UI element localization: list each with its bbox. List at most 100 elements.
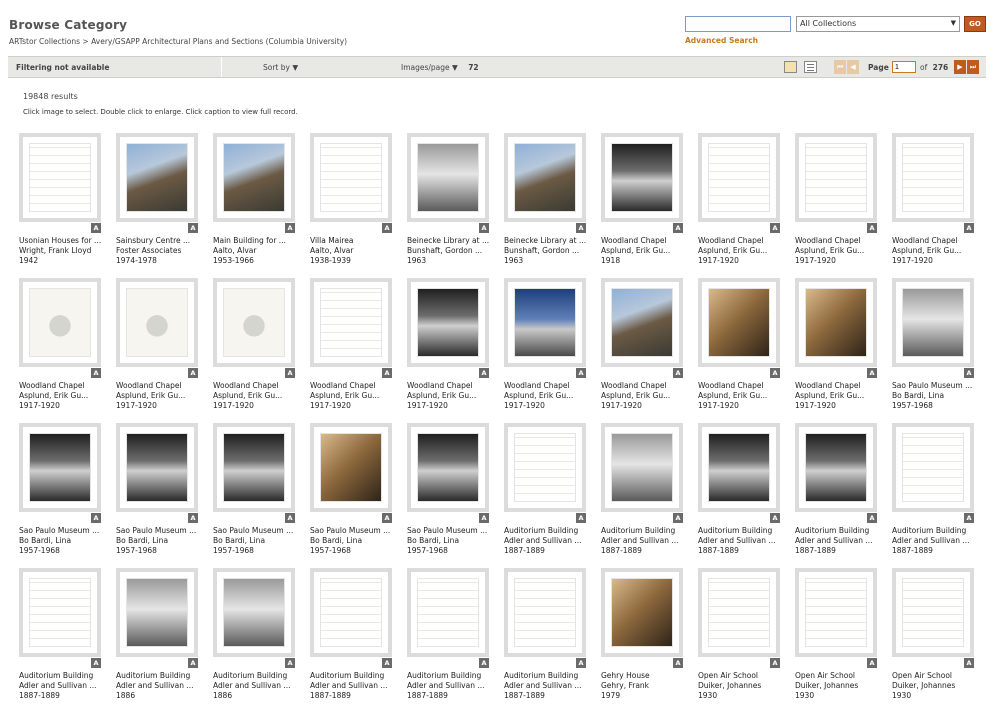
thumbnail-frame[interactable] — [407, 423, 489, 512]
caption-title[interactable]: Sainsbury Centre ... — [116, 236, 204, 245]
thumbnail-item[interactable]: A Woodland Chapel Asplund, Erik Gu... 1917-… — [310, 278, 392, 414]
thumbnail-frame[interactable] — [601, 278, 683, 367]
caption-creator[interactable]: Bo Bardi, Lina — [310, 536, 398, 545]
thumbnail-item[interactable]: A Auditorium Building Adler and Sullivan .… — [892, 423, 974, 559]
caption-date[interactable]: 1887-1889 — [795, 546, 883, 555]
caption-title[interactable]: Gehry House — [601, 671, 689, 680]
caption-date[interactable]: 1979 — [601, 691, 689, 700]
thumbnail-item[interactable]: A Woodland Chapel Asplund, Erik Gu... 1917-… — [698, 278, 780, 414]
artstor-badge-icon[interactable]: A — [867, 368, 877, 378]
caption-date[interactable]: 1887-1889 — [504, 546, 592, 555]
caption-creator[interactable]: Asplund, Erik Gu... — [116, 391, 204, 400]
caption-creator[interactable]: Asplund, Erik Gu... — [310, 391, 398, 400]
caption-creator[interactable]: Bunshaft, Gordon ... — [504, 246, 592, 255]
artstor-badge-icon[interactable]: A — [285, 223, 295, 233]
caption-title[interactable]: Sao Paulo Museum ... — [892, 381, 980, 390]
thumbnail-image[interactable] — [708, 433, 770, 502]
thumbnail-frame[interactable] — [504, 568, 586, 657]
caption-creator[interactable]: Aalto, Alvar — [213, 246, 301, 255]
artstor-badge-icon[interactable]: A — [479, 658, 489, 668]
caption-creator[interactable]: Bo Bardi, Lina — [213, 536, 301, 545]
thumbnail-image[interactable] — [514, 578, 576, 647]
artstor-badge-icon[interactable]: A — [91, 368, 101, 378]
caption-creator[interactable]: Adler and Sullivan ... — [504, 536, 592, 545]
thumbnail-image[interactable] — [417, 143, 479, 212]
artstor-badge-icon[interactable]: A — [576, 513, 586, 523]
search-input[interactable] — [685, 16, 791, 32]
thumbnail-image[interactable] — [611, 433, 673, 502]
go-button[interactable]: GO — [964, 16, 986, 32]
thumbnail-frame[interactable] — [698, 423, 780, 512]
caption-date[interactable]: 1930 — [698, 691, 786, 700]
caption-title[interactable]: Main Building for ... — [213, 236, 301, 245]
thumbnail-frame[interactable] — [19, 423, 101, 512]
next-page-icon[interactable]: ▶ — [954, 60, 966, 74]
thumbnail-image[interactable] — [29, 433, 91, 502]
thumbnail-item[interactable]: A Auditorium Building Adler and Sullivan .… — [213, 568, 295, 704]
thumbnail-image[interactable] — [514, 288, 576, 357]
thumbnail-image[interactable] — [805, 433, 867, 502]
artstor-badge-icon[interactable]: A — [188, 513, 198, 523]
thumbnail-item[interactable]: A Open Air School Duiker, Johannes 1930 — [892, 568, 974, 704]
caption-title[interactable]: Sao Paulo Museum ... — [310, 526, 398, 535]
artstor-badge-icon[interactable]: A — [576, 223, 586, 233]
caption-date[interactable]: 1917-1920 — [892, 256, 980, 265]
thumbnail-item[interactable]: A Auditorium Building Adler and Sullivan .… — [601, 423, 683, 559]
caption-creator[interactable]: Adler and Sullivan ... — [601, 536, 689, 545]
thumbnail-item[interactable]: A Woodland Chapel Asplund, Erik Gu... 1917-… — [795, 278, 877, 414]
thumbnail-frame[interactable] — [698, 278, 780, 367]
thumbnail-image[interactable] — [126, 433, 188, 502]
artstor-badge-icon[interactable]: A — [867, 658, 877, 668]
caption-creator[interactable]: Adler and Sullivan ... — [892, 536, 980, 545]
artstor-badge-icon[interactable]: A — [382, 223, 392, 233]
thumbnail-frame[interactable] — [213, 423, 295, 512]
thumbnail-image[interactable] — [126, 578, 188, 647]
caption-title[interactable]: Open Air School — [698, 671, 786, 680]
caption-date[interactable]: 1917-1920 — [213, 401, 301, 410]
thumbnail-image[interactable] — [902, 288, 964, 357]
artstor-badge-icon[interactable]: A — [285, 368, 295, 378]
thumbnail-frame[interactable] — [504, 278, 586, 367]
caption-creator[interactable]: Adler and Sullivan ... — [698, 536, 786, 545]
caption-creator[interactable]: Bo Bardi, Lina — [19, 536, 107, 545]
caption-title[interactable]: Woodland Chapel — [795, 236, 883, 245]
caption-title[interactable]: Woodland Chapel — [698, 381, 786, 390]
thumbnail-item[interactable]: A Auditorium Building Adler and Sullivan .… — [310, 568, 392, 704]
thumbnail-item[interactable]: A Woodland Chapel Asplund, Erik Gu... 1918 — [601, 133, 683, 269]
thumbnail-image[interactable] — [126, 143, 188, 212]
thumbnail-frame[interactable] — [601, 133, 683, 222]
artstor-badge-icon[interactable]: A — [382, 658, 392, 668]
caption-title[interactable]: Beinecke Library at ... — [407, 236, 495, 245]
thumbnail-frame[interactable] — [892, 278, 974, 367]
thumbnail-image[interactable] — [320, 143, 382, 212]
artstor-badge-icon[interactable]: A — [867, 513, 877, 523]
thumbnail-frame[interactable] — [116, 568, 198, 657]
caption-title[interactable]: Woodland Chapel — [892, 236, 980, 245]
caption-date[interactable]: 1887-1889 — [601, 546, 689, 555]
thumbnail-image[interactable] — [320, 578, 382, 647]
artstor-badge-icon[interactable]: A — [673, 223, 683, 233]
thumbnail-frame[interactable] — [116, 133, 198, 222]
caption-creator[interactable]: Aalto, Alvar — [310, 246, 398, 255]
thumbnail-frame[interactable] — [892, 133, 974, 222]
caption-title[interactable]: Auditorium Building — [601, 526, 689, 535]
thumbnail-frame[interactable] — [892, 568, 974, 657]
thumbnail-image[interactable] — [29, 288, 91, 357]
caption-date[interactable]: 1963 — [504, 256, 592, 265]
artstor-badge-icon[interactable]: A — [964, 658, 974, 668]
caption-creator[interactable]: Bo Bardi, Lina — [116, 536, 204, 545]
thumbnail-frame[interactable] — [892, 423, 974, 512]
caption-title[interactable]: Villa Mairea — [310, 236, 398, 245]
caption-creator[interactable]: Duiker, Johannes — [698, 681, 786, 690]
first-page-icon[interactable]: ⏮ — [834, 60, 846, 74]
caption-title[interactable]: Auditorium Building — [504, 671, 592, 680]
thumbnail-item[interactable]: A Woodland Chapel Asplund, Erik Gu... 1917-… — [795, 133, 877, 269]
artstor-badge-icon[interactable]: A — [479, 223, 489, 233]
caption-title[interactable]: Woodland Chapel — [698, 236, 786, 245]
thumbnail-item[interactable]: A Woodland Chapel Asplund, Erik Gu... 1917-… — [601, 278, 683, 414]
caption-title[interactable]: Woodland Chapel — [310, 381, 398, 390]
thumbnail-frame[interactable] — [213, 278, 295, 367]
page-number-input[interactable] — [892, 61, 916, 73]
thumbnail-item[interactable]: A Woodland Chapel Asplund, Erik Gu... 1917-… — [698, 133, 780, 269]
caption-title[interactable]: Auditorium Building — [407, 671, 495, 680]
